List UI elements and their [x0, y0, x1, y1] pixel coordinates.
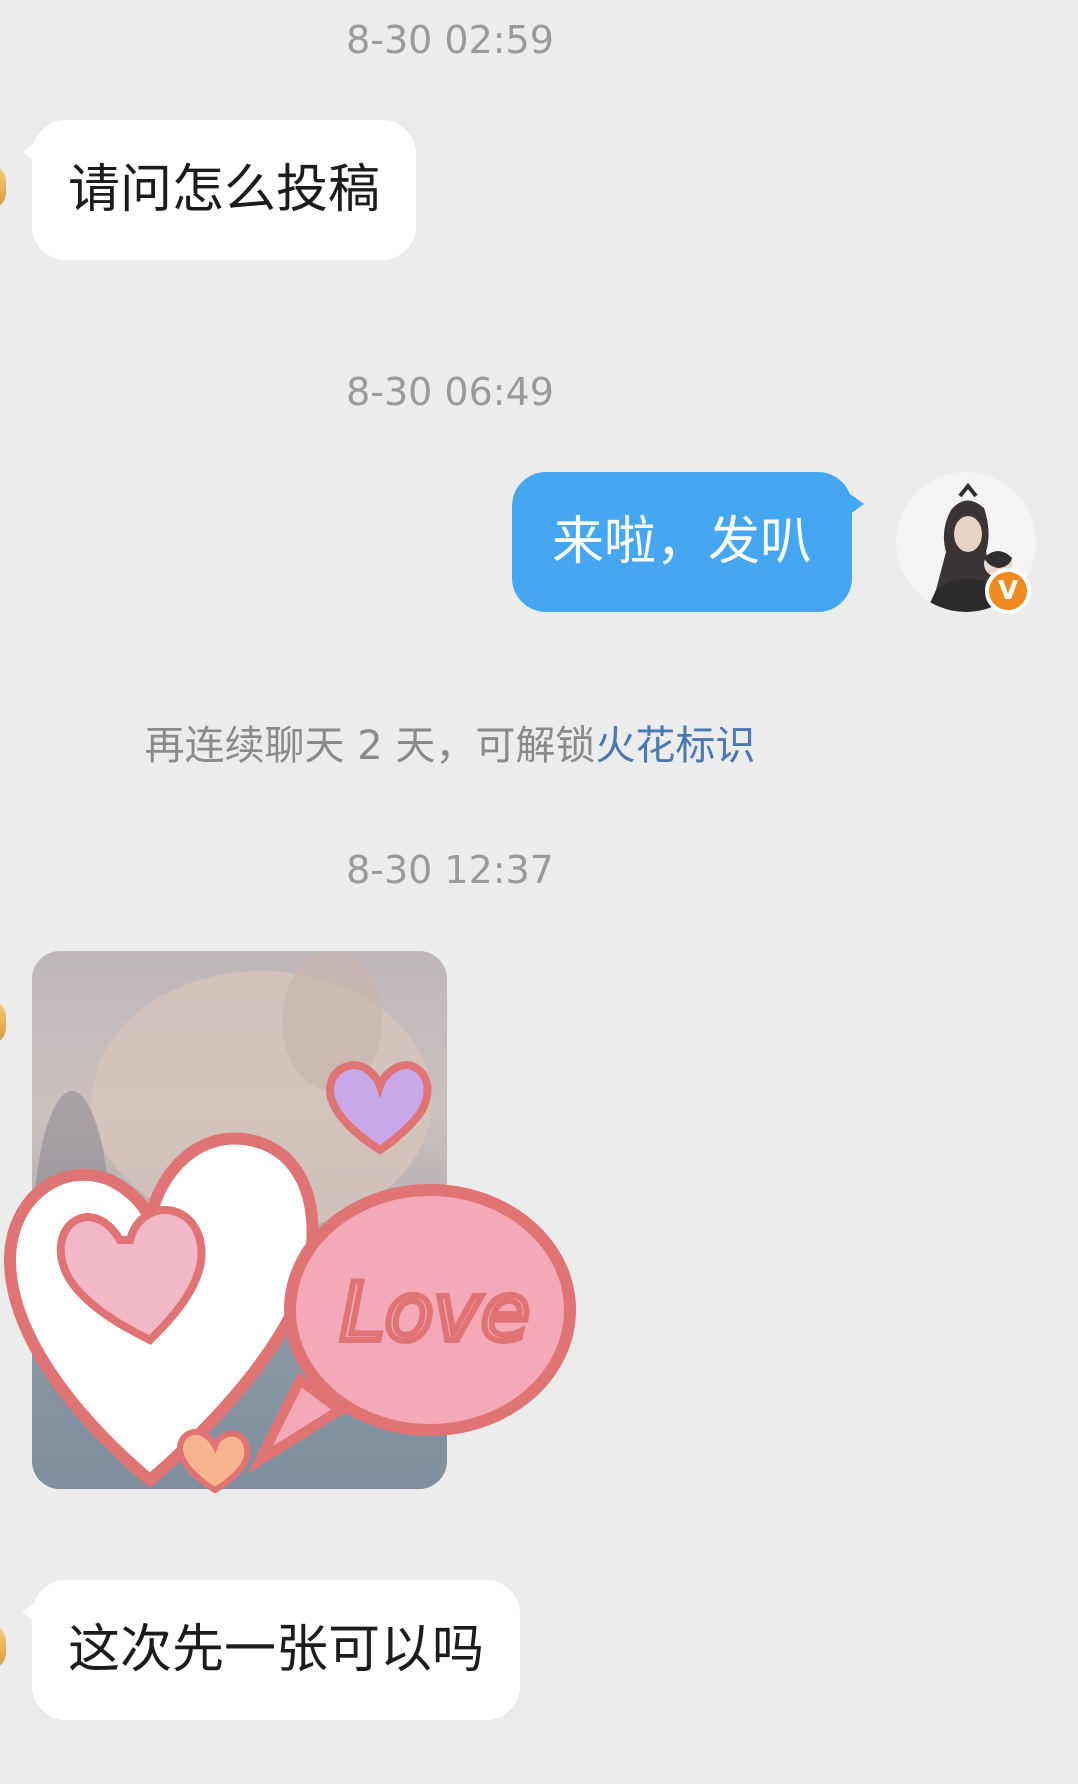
incoming-message[interactable]: 这次先一张可以吗	[21, 1580, 521, 1720]
system-tip-text: 再连续聊天 2 天，可解锁	[144, 723, 596, 769]
spark-badge-link[interactable]: 火花标识	[595, 723, 755, 769]
timestamp: 8-30 02:59	[346, 18, 554, 62]
timestamp: 8-30 12:37	[346, 848, 554, 892]
system-tip: 再连续聊天 2 天，可解锁火花标识	[0, 722, 900, 770]
verified-badge-icon: V	[985, 568, 1031, 614]
outgoing-message[interactable]: 来啦，发叭	[512, 472, 865, 612]
incoming-message[interactable]: 请问怎么投稿	[21, 120, 417, 260]
sender-avatar[interactable]	[0, 1625, 6, 1669]
sender-avatar[interactable]	[0, 1000, 6, 1044]
timestamp: 8-30 06:49	[346, 370, 554, 414]
photo-image	[32, 951, 447, 1489]
sender-avatar[interactable]	[0, 165, 6, 209]
incoming-photo-message[interactable]	[32, 951, 447, 1489]
